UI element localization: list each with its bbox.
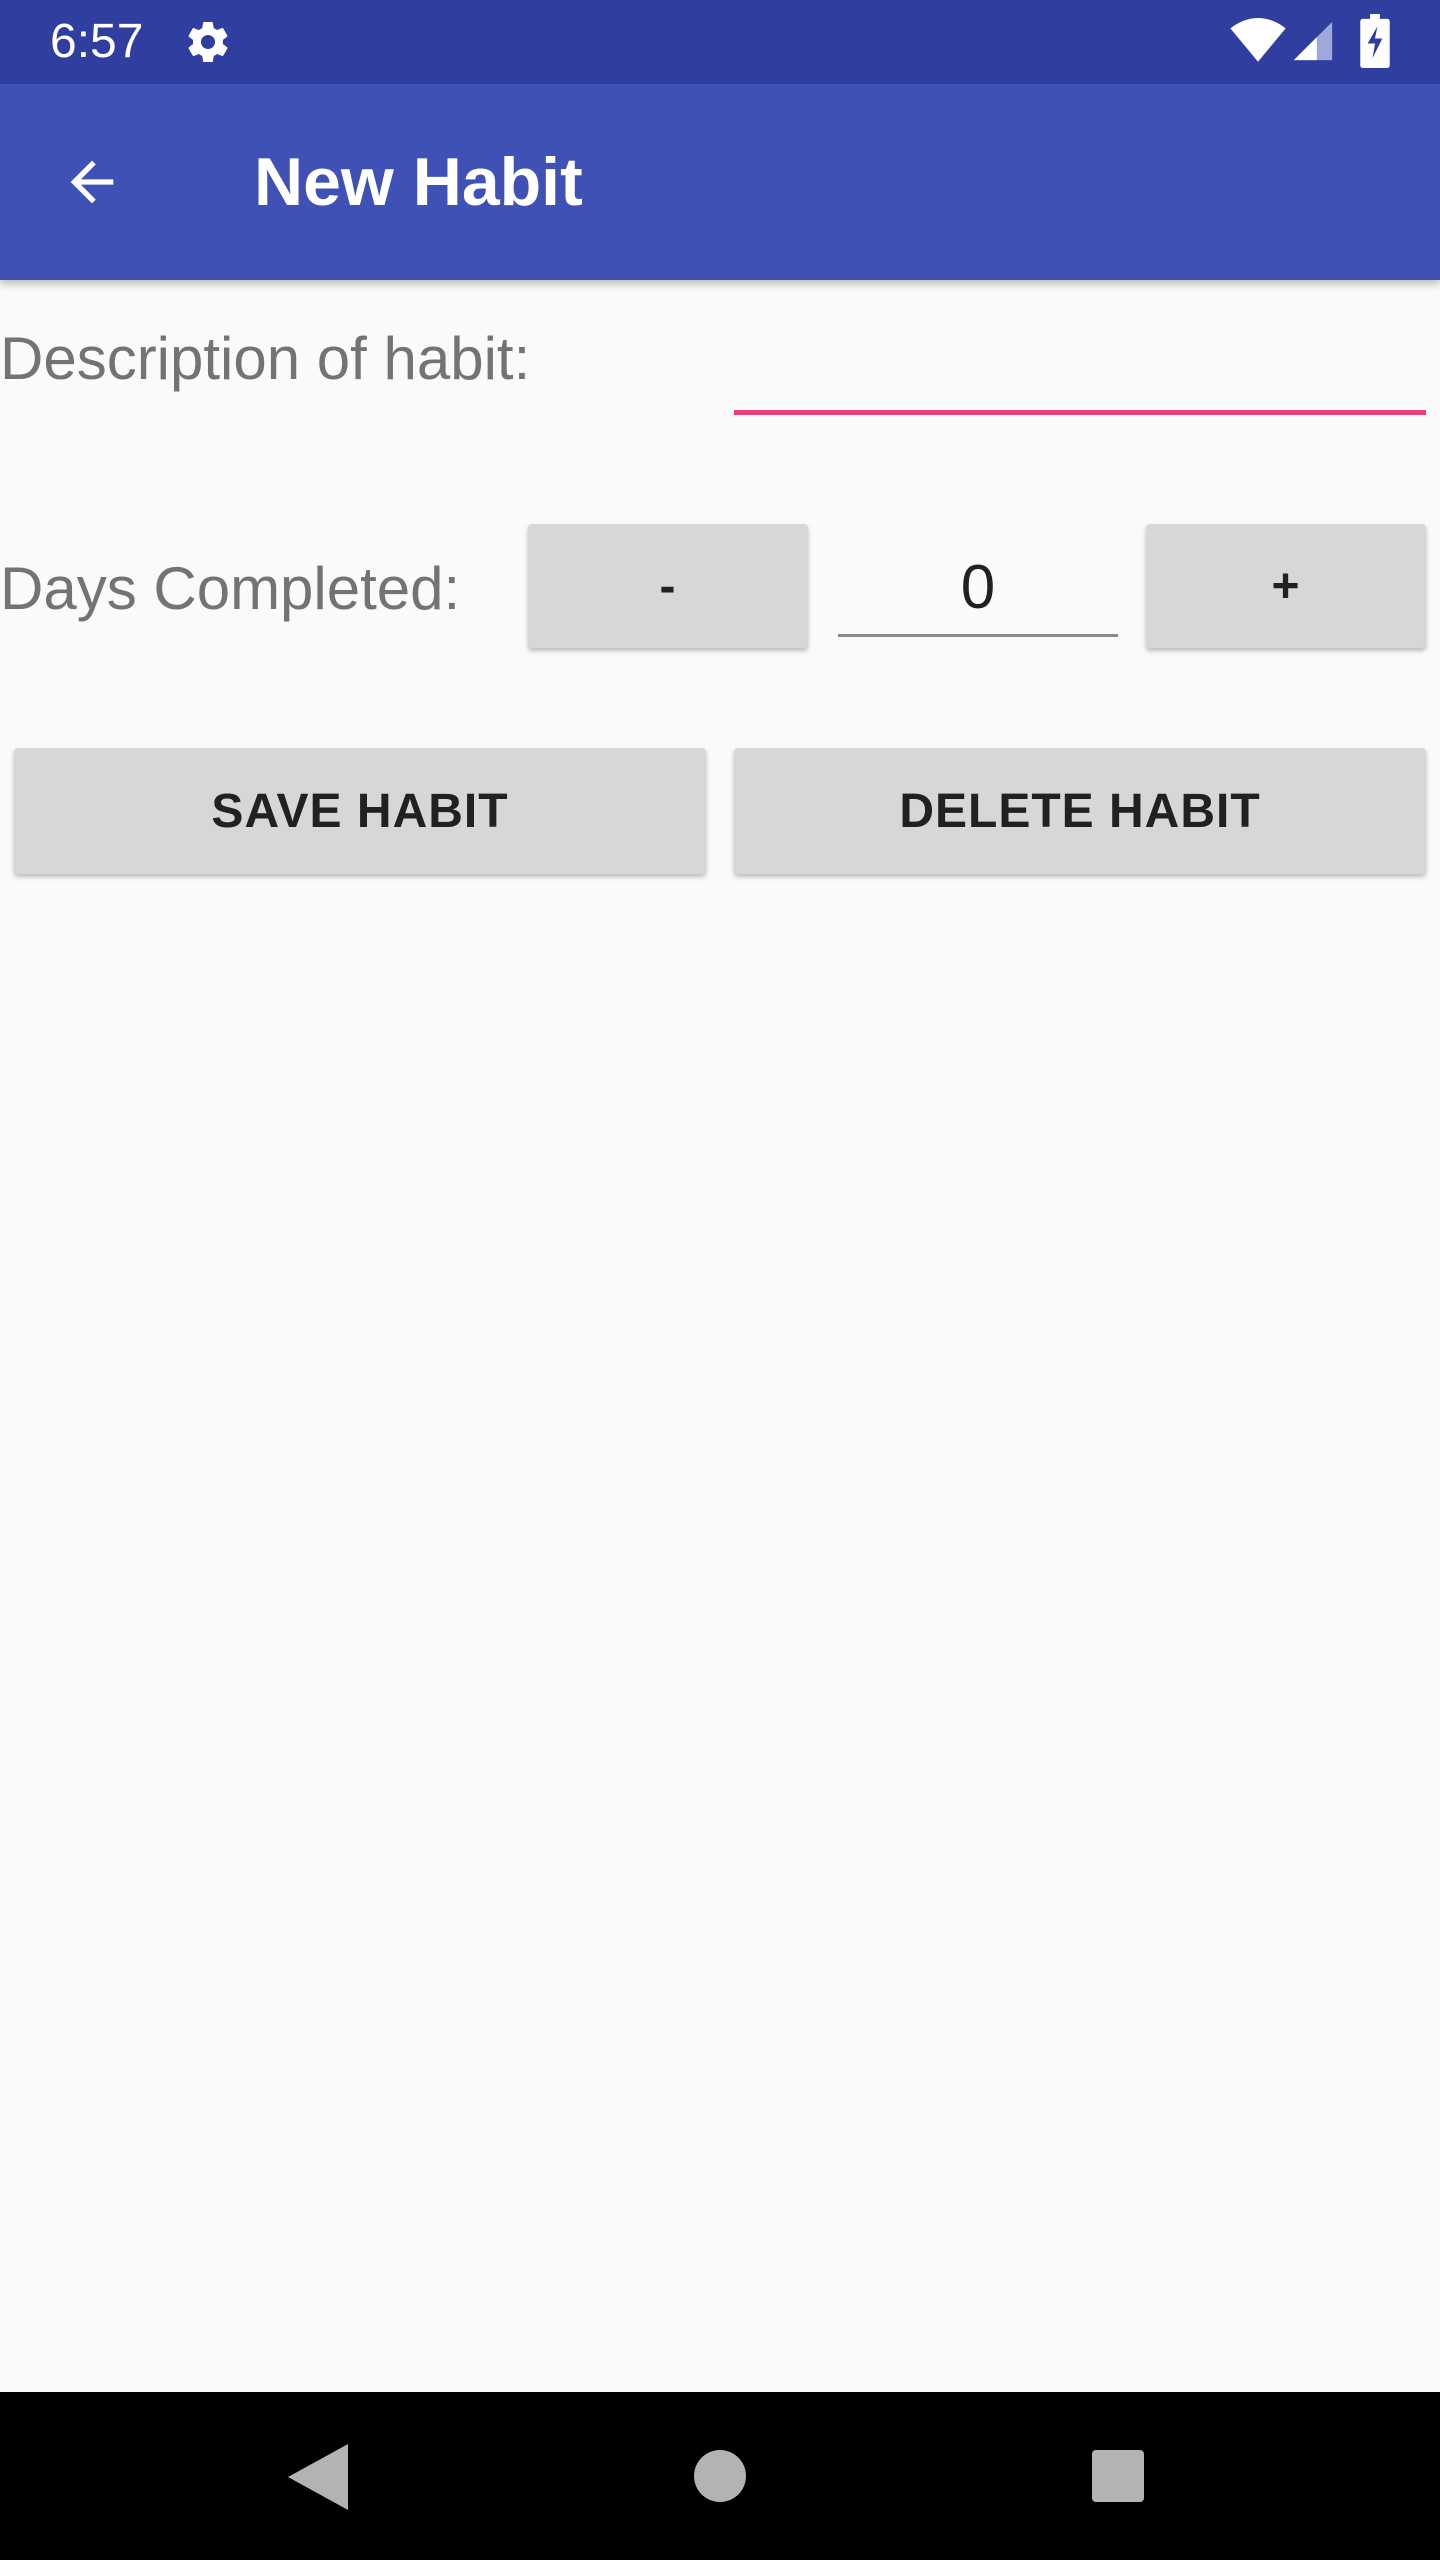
signal-icon — [1293, 21, 1333, 61]
description-input[interactable] — [734, 320, 1426, 415]
nav-home-icon[interactable] — [694, 2450, 746, 2502]
days-completed-label: Days Completed: — [0, 555, 461, 622]
days-completed-value[interactable]: 0 — [838, 548, 1118, 637]
back-button[interactable] — [40, 130, 144, 234]
increment-button[interactable]: + — [1146, 524, 1426, 648]
description-label: Description of habit: — [0, 325, 531, 392]
save-habit-button[interactable]: SAVE HABIT — [14, 748, 706, 874]
status-time: 6:57 — [50, 15, 144, 68]
status-bar: 6:57 — [0, 0, 1440, 84]
wifi-icon — [1230, 18, 1286, 62]
battery-charging-icon — [1360, 14, 1390, 68]
screen: 6:57 New Habit Description of habit: Day… — [0, 0, 1440, 2560]
decrement-button[interactable]: - — [528, 524, 808, 648]
nav-recents-icon[interactable] — [1092, 2450, 1144, 2502]
arrow-back-icon — [70, 160, 114, 204]
gear-icon — [188, 22, 228, 63]
delete-habit-button[interactable]: DELETE HABIT — [734, 748, 1426, 874]
app-bar: New Habit — [0, 84, 1440, 280]
page-title: New Habit — [254, 144, 583, 220]
nav-back-icon[interactable] — [288, 2444, 348, 2510]
